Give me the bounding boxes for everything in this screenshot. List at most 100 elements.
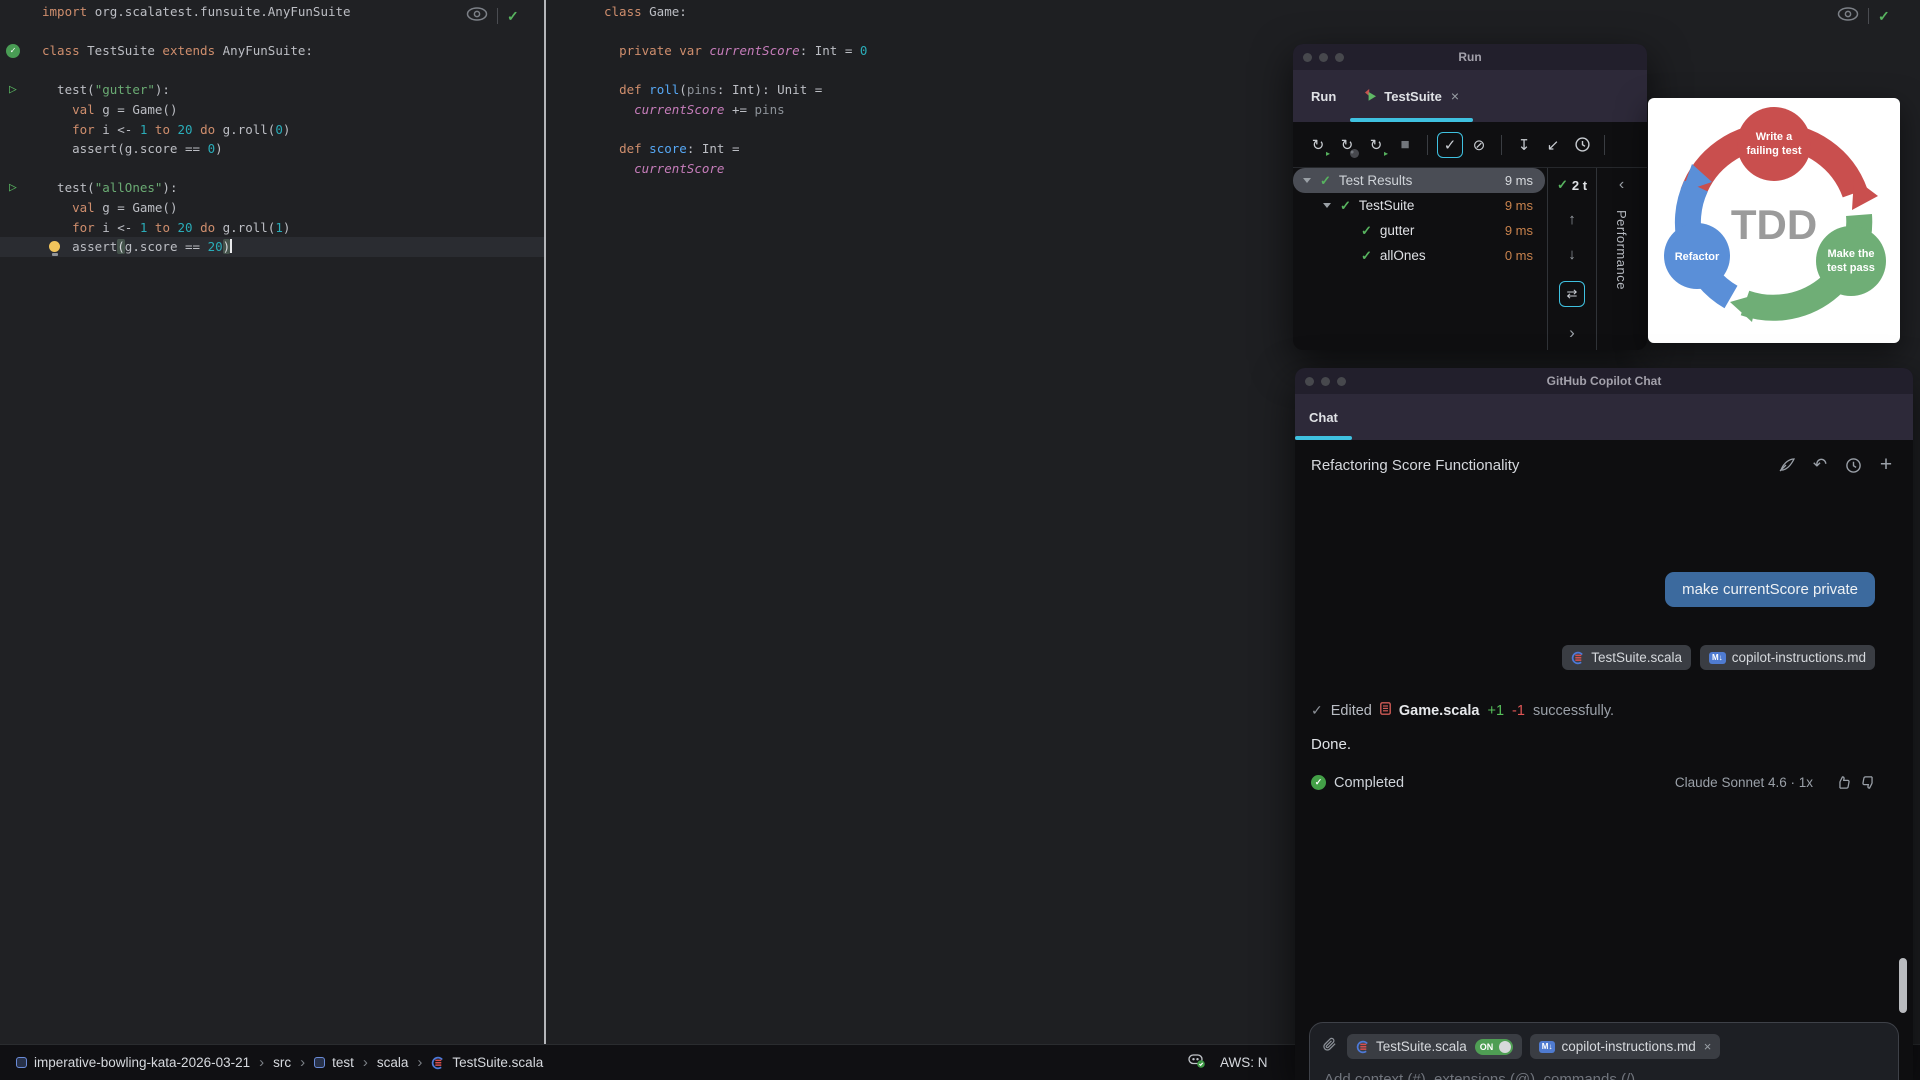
context-chip[interactable]: M↓ copilot-instructions.md bbox=[1700, 645, 1875, 670]
zoom-window-button[interactable] bbox=[1335, 53, 1344, 62]
divider bbox=[497, 8, 498, 24]
tab-label: Chat bbox=[1309, 409, 1338, 425]
user-message-bubble: make currentScore private bbox=[1665, 572, 1875, 607]
test-passed-icon: ✓ bbox=[1320, 172, 1331, 188]
context-chip[interactable]: TestSuite.scala ON bbox=[1347, 1034, 1522, 1059]
divider bbox=[1868, 8, 1869, 24]
edited-suffix: successfully. bbox=[1532, 702, 1615, 719]
edit-thread-icon[interactable] bbox=[1774, 452, 1800, 478]
thumbs-up-icon[interactable] bbox=[1835, 774, 1852, 791]
test-passed-icon: ✓ bbox=[1340, 197, 1351, 213]
breadcrumb-item[interactable]: src bbox=[273, 1055, 291, 1070]
window-title: GitHub Copilot Chat bbox=[1546, 374, 1662, 388]
code-line: for i <- 1 to 20 do g.roll(1) bbox=[72, 219, 291, 235]
breadcrumb-item[interactable]: scala bbox=[377, 1055, 409, 1070]
undo-icon[interactable]: ↶ bbox=[1807, 452, 1833, 478]
inspections-ok-icon[interactable]: ✓ bbox=[507, 8, 519, 25]
rerun-icon[interactable]: ↻ ▸ bbox=[1305, 132, 1331, 158]
editor-pane-testsuite[interactable]: import org.scalatest.funsuite.AnyFunSuit… bbox=[0, 0, 544, 1044]
sort-by-duration-icon[interactable]: ↧ bbox=[1511, 132, 1537, 158]
context-chip[interactable]: TestSuite.scala bbox=[1562, 645, 1692, 670]
context-toggle[interactable]: ON bbox=[1474, 1038, 1513, 1055]
context-chip[interactable]: M↓ copilot-instructions.md × bbox=[1529, 1034, 1721, 1059]
chat-input-box[interactable]: TestSuite.scala ON M↓ copilot-instructions.… bbox=[1309, 1022, 1899, 1080]
show-passed-icon[interactable]: ✓ bbox=[1437, 131, 1463, 158]
breadcrumb-label: test bbox=[332, 1055, 354, 1070]
track-running-test-button[interactable]: ⇄ bbox=[1559, 281, 1585, 307]
breadcrumb-separator: › bbox=[300, 1054, 306, 1071]
edited-file-link[interactable]: Game.scala bbox=[1399, 703, 1480, 719]
minimize-window-button[interactable] bbox=[1321, 377, 1330, 386]
stop-icon[interactable]: ■ bbox=[1392, 132, 1418, 158]
chat-window-titlebar[interactable]: GitHub Copilot Chat bbox=[1295, 368, 1913, 394]
code-line: import org.scalatest.funsuite.AnyFunSuit… bbox=[42, 4, 351, 19]
chip-label: TestSuite.scala bbox=[1376, 1039, 1467, 1054]
markdown-file-icon: M↓ bbox=[1709, 651, 1726, 664]
run-toolbar: ↻ ▸ ↻ ● ↻ ▸ ■ ✓ ⊘ ↧ ↙ bbox=[1293, 122, 1647, 168]
show-ignored-icon[interactable]: ⊘ bbox=[1466, 132, 1492, 158]
close-tab-icon[interactable]: × bbox=[1451, 88, 1459, 104]
test-history-icon[interactable] bbox=[1569, 132, 1595, 158]
scrollbar-thumb[interactable] bbox=[1899, 958, 1907, 1013]
tab-chat[interactable]: Chat bbox=[1295, 394, 1352, 440]
close-window-button[interactable] bbox=[1305, 377, 1314, 386]
chat-tab-bar: Chat bbox=[1295, 394, 1913, 440]
tab-performance[interactable]: Performance bbox=[1614, 210, 1629, 290]
new-chat-icon[interactable]: + bbox=[1873, 452, 1899, 478]
run-class-gutter-icon[interactable]: ✓ bbox=[6, 44, 20, 59]
check-icon: ✓ bbox=[1556, 177, 1568, 192]
collapse-icon[interactable]: ‹ bbox=[1619, 176, 1624, 194]
edited-file-row: ✓ Edited Game.scala +1 -1 successfully. bbox=[1311, 702, 1614, 719]
scala-file-icon-red bbox=[1379, 702, 1391, 719]
attach-icon[interactable] bbox=[1322, 1036, 1337, 1057]
rerun-failed-icon[interactable]: ↻ ● bbox=[1334, 132, 1360, 158]
breadcrumb-label: src bbox=[273, 1055, 292, 1070]
eye-icon[interactable] bbox=[1837, 6, 1859, 26]
eye-icon[interactable] bbox=[466, 6, 488, 26]
inspections-ok-icon[interactable]: ✓ bbox=[1878, 8, 1890, 25]
test-tree-row[interactable]: ✓ TestSuite 9 ms bbox=[1293, 193, 1545, 218]
minimize-window-button[interactable] bbox=[1319, 53, 1328, 62]
code-line: val g = Game() bbox=[72, 101, 178, 117]
auto-test-icon[interactable]: ↻ ▸ bbox=[1363, 132, 1389, 158]
completed-row: ✓ Completed Claude Sonnet 4.6 · 1x bbox=[1311, 774, 1877, 791]
previous-test-button[interactable]: ↑ bbox=[1568, 211, 1576, 228]
aws-status-text[interactable]: AWS: N bbox=[1220, 1055, 1268, 1070]
chevron-down-icon[interactable] bbox=[1303, 178, 1311, 183]
divider bbox=[1427, 134, 1428, 155]
history-icon[interactable] bbox=[1840, 452, 1866, 478]
test-tree-row[interactable]: ✓ Test Results 9 ms bbox=[1293, 168, 1545, 193]
traffic-lights[interactable] bbox=[1305, 377, 1346, 386]
chip-label: copilot-instructions.md bbox=[1731, 650, 1866, 665]
breadcrumb-item[interactable]: TestSuite.scala bbox=[431, 1055, 543, 1070]
chevron-down-icon[interactable] bbox=[1323, 203, 1331, 208]
test-name: TestSuite bbox=[1358, 198, 1415, 213]
expand-panel-button[interactable]: › bbox=[1569, 323, 1575, 343]
tab-testsuite[interactable]: TestSuite × bbox=[1350, 70, 1473, 122]
run-test-gutter-icon[interactable]: ▷ bbox=[9, 80, 17, 100]
tdd-cycle-diagram: TDD Write a failing test Make the test p… bbox=[1664, 107, 1886, 322]
breadcrumb-separator: › bbox=[362, 1054, 368, 1071]
run-test-gutter-icon[interactable]: ▷ bbox=[9, 178, 17, 198]
remove-chip-icon[interactable]: × bbox=[1704, 1039, 1712, 1054]
close-window-button[interactable] bbox=[1303, 53, 1312, 62]
breadcrumb-item[interactable]: test bbox=[314, 1055, 354, 1070]
thumbs-down-icon[interactable] bbox=[1860, 774, 1877, 791]
copilot-status-icon[interactable] bbox=[1188, 1053, 1206, 1072]
chat-input[interactable]: Add context (#), extensions (@), command… bbox=[1324, 1071, 1635, 1080]
zoom-window-button[interactable] bbox=[1337, 377, 1346, 386]
breadcrumb-label: scala bbox=[376, 1055, 409, 1070]
import-results-icon[interactable]: ↙ bbox=[1540, 132, 1566, 158]
folder-icon bbox=[16, 1057, 27, 1068]
test-tree-row[interactable]: ✓ gutter 9 ms bbox=[1293, 218, 1545, 243]
test-tree-row[interactable]: ✓ allOnes 0 ms bbox=[1293, 243, 1545, 268]
breadcrumb-item[interactable]: imperative-bowling-kata-2026-03-21 bbox=[16, 1055, 250, 1070]
run-window-titlebar[interactable]: Run bbox=[1293, 44, 1647, 70]
traffic-lights[interactable] bbox=[1303, 53, 1344, 62]
lines-added: +1 bbox=[1487, 702, 1505, 719]
code-line: assert(g.score == 20) bbox=[0, 237, 544, 257]
next-test-button[interactable]: ↓ bbox=[1568, 246, 1576, 263]
inspection-widget-right: ✓ bbox=[1837, 5, 1890, 27]
